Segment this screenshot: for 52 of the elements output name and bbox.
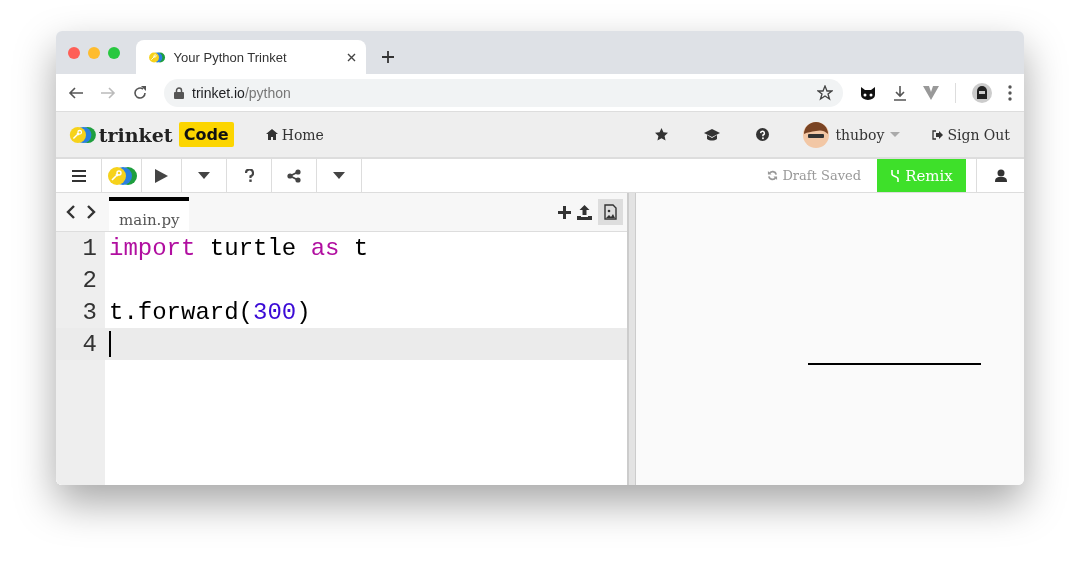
add-file-icon[interactable]: [558, 205, 571, 219]
line-number: 3: [81, 298, 98, 326]
trinket-logo-icon: [68, 125, 97, 144]
save-status: Draft Saved: [782, 168, 861, 183]
star-icon[interactable]: [655, 128, 669, 141]
caret-icon: [890, 131, 901, 138]
image-icon: [604, 204, 617, 220]
browser-tab[interactable]: Your Python Trinket: [136, 40, 366, 74]
avatar-icon[interactable]: [972, 82, 992, 103]
code-line: t.forward(300): [108, 298, 311, 326]
new-tab-icon[interactable]: [382, 51, 394, 63]
lock-icon: [174, 86, 184, 99]
reload-icon[interactable]: [132, 84, 148, 101]
image-button[interactable]: [598, 199, 623, 225]
user-menu[interactable]: thuboy: [803, 121, 901, 148]
play-icon: [155, 168, 168, 183]
home-icon: [265, 129, 278, 140]
trinket-logo-icon: [105, 165, 138, 186]
menu-icon: [71, 169, 86, 182]
tab-title: Your Python Trinket: [173, 49, 288, 65]
caret-icon: [198, 172, 210, 179]
download-icon[interactable]: [893, 84, 907, 101]
question-mark-icon: [244, 169, 254, 182]
menu-icon[interactable]: [1008, 84, 1012, 101]
avatar-icon: [803, 121, 830, 148]
refresh-icon: [767, 170, 779, 181]
text-cursor: [109, 331, 111, 357]
cat-face-icon[interactable]: [859, 84, 877, 101]
share-icon: [287, 168, 301, 183]
graduation-cap-icon[interactable]: [704, 128, 721, 141]
line-number: 4: [81, 330, 98, 358]
line-number: 1: [81, 234, 98, 262]
close-icon[interactable]: [347, 52, 356, 62]
sign-out-icon: [932, 129, 944, 140]
back-icon[interactable]: [68, 84, 84, 101]
help-icon[interactable]: [756, 128, 770, 141]
trinket-logo-icon: [148, 51, 166, 63]
logo-text: trinket: [98, 123, 173, 146]
upload-icon[interactable]: [577, 204, 592, 220]
star-icon[interactable]: [817, 84, 833, 101]
home-link[interactable]: Home: [265, 126, 324, 143]
fork-icon: [890, 168, 901, 183]
user-icon: [994, 169, 1007, 182]
sign-out-link[interactable]: Sign Out: [932, 126, 1010, 143]
product-label: Code: [178, 122, 234, 147]
caret-icon: [333, 172, 345, 179]
code-brackets-icon[interactable]: [65, 205, 96, 219]
v-shape-icon[interactable]: [923, 85, 939, 100]
file-tab[interactable]: main.py: [109, 197, 190, 231]
line-number: 2: [81, 266, 98, 294]
code-line: import turtle as t: [108, 234, 369, 262]
address-field[interactable]: trinket.io/python: [164, 78, 843, 107]
